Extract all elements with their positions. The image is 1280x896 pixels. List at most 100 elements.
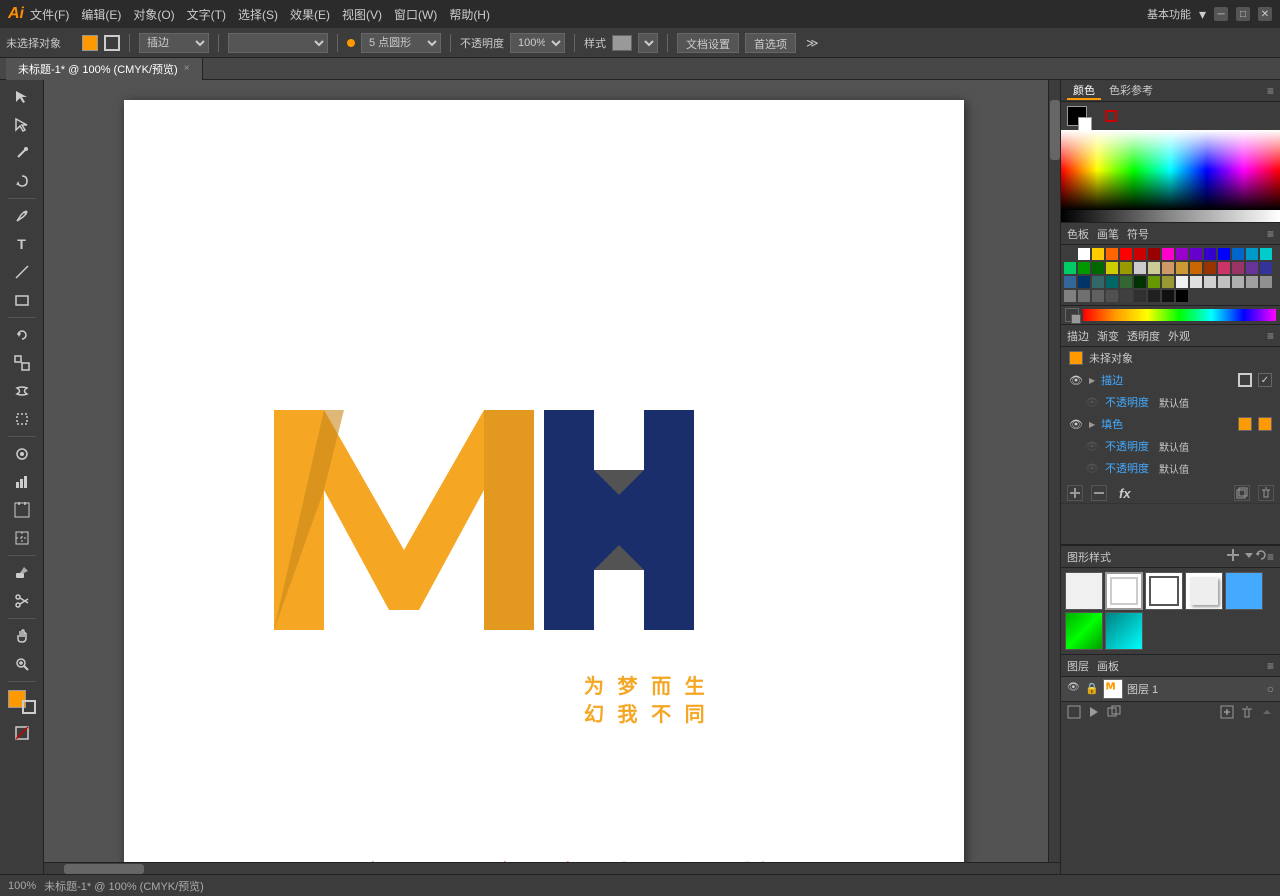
- menu-file[interactable]: 文件(F): [30, 6, 69, 23]
- palette-color-cell[interactable]: [1133, 275, 1147, 289]
- palette-color-cell[interactable]: [1077, 275, 1091, 289]
- free-transform-tool[interactable]: [6, 406, 38, 432]
- artboard-tab[interactable]: 画板: [1097, 658, 1119, 674]
- eye-icon1[interactable]: 👁: [1069, 374, 1083, 387]
- object-color-box[interactable]: [1069, 351, 1083, 365]
- rotate-tool[interactable]: [6, 322, 38, 348]
- layers-bottom-icon1[interactable]: [1067, 705, 1081, 722]
- palette-color-cell[interactable]: [1119, 275, 1133, 289]
- palette-color-cell[interactable]: [1077, 261, 1091, 275]
- preferences-button[interactable]: 首选项: [745, 33, 796, 53]
- doc-settings-button[interactable]: 文档设置: [677, 33, 739, 53]
- style-box[interactable]: [612, 35, 632, 51]
- opacity2-label[interactable]: 不透明度: [1105, 438, 1149, 454]
- palette-color-cell[interactable]: [1105, 289, 1119, 303]
- palette-color-cell[interactable]: [1217, 247, 1231, 261]
- eraser-tool[interactable]: [6, 560, 38, 586]
- eye-icon5[interactable]: 👁: [1085, 462, 1099, 475]
- eye-icon2[interactable]: 👁: [1085, 396, 1099, 409]
- menu-window[interactable]: 窗口(W): [394, 6, 437, 23]
- magic-wand-tool[interactable]: [6, 140, 38, 166]
- gs-item-border[interactable]: [1105, 572, 1143, 610]
- palette-color-cell[interactable]: [1119, 261, 1133, 275]
- symbol-sprayer-tool[interactable]: [6, 441, 38, 467]
- palette-color-cell[interactable]: [1259, 261, 1273, 275]
- layers-menu[interactable]: ≡: [1267, 659, 1274, 673]
- palette-color-cell[interactable]: [1259, 275, 1273, 289]
- zoom-tool[interactable]: [6, 651, 38, 677]
- palette-color-cell[interactable]: [1189, 275, 1203, 289]
- palette-color-cell[interactable]: [1063, 247, 1077, 261]
- delete-layer-icon[interactable]: [1240, 705, 1254, 722]
- gs-arrow[interactable]: [1243, 549, 1255, 564]
- close-button[interactable]: ✕: [1258, 7, 1272, 21]
- palette-color-cell[interactable]: [1189, 247, 1203, 261]
- palette-color-cell[interactable]: [1161, 289, 1175, 303]
- swatches-tab[interactable]: 色板: [1067, 226, 1089, 242]
- warp-tool[interactable]: [6, 378, 38, 404]
- fill-color-dot[interactable]: [82, 35, 98, 51]
- palette-color-cell[interactable]: [1231, 247, 1245, 261]
- palette-color-cell[interactable]: [1105, 261, 1119, 275]
- extra-options[interactable]: ≫: [806, 36, 819, 50]
- tab-close-button[interactable]: ×: [184, 63, 190, 74]
- menu-help[interactable]: 帮助(H): [449, 6, 490, 23]
- palette-color-cell[interactable]: [1119, 289, 1133, 303]
- type-tool[interactable]: T: [6, 231, 38, 257]
- stroke-color-box[interactable]: [1238, 373, 1252, 387]
- gradient-tab[interactable]: 渐变: [1097, 328, 1119, 344]
- minimize-button[interactable]: ─: [1214, 7, 1228, 21]
- palette-spectrum[interactable]: [1083, 309, 1276, 321]
- gray-gradient-bar[interactable]: [1061, 210, 1280, 222]
- menu-bar[interactable]: 文件(F) 编辑(E) 对象(O) 文字(T) 选择(S) 效果(E) 视图(V…: [30, 6, 490, 23]
- canvas-vscrollbar[interactable]: [1048, 80, 1060, 874]
- graph-tool[interactable]: [6, 469, 38, 495]
- stroke-tab[interactable]: 描边: [1067, 328, 1089, 344]
- slice-tool[interactable]: [6, 525, 38, 551]
- stroke-label[interactable]: 描边: [1101, 372, 1123, 388]
- hscrollbar-thumb[interactable]: [64, 864, 144, 874]
- foreground-color[interactable]: [1067, 106, 1087, 126]
- color-panel-menu[interactable]: ≡: [1267, 84, 1274, 98]
- palette-color-cell[interactable]: [1077, 289, 1091, 303]
- fill-checkbox[interactable]: [1258, 417, 1272, 431]
- palette-color-cell[interactable]: [1063, 275, 1077, 289]
- palette-color-cell[interactable]: [1175, 275, 1189, 289]
- opacity1-label[interactable]: 不透明度: [1105, 394, 1149, 410]
- palette-color-cell[interactable]: [1077, 247, 1091, 261]
- style-select[interactable]: [638, 33, 658, 53]
- layers-tab[interactable]: 图层: [1067, 658, 1089, 674]
- menu-type[interactable]: 文字(T): [187, 6, 226, 23]
- gs-item-shadow[interactable]: [1185, 572, 1223, 610]
- palette-color-cell[interactable]: [1231, 275, 1245, 289]
- scissors-tool[interactable]: [6, 588, 38, 614]
- color-swatches-grid[interactable]: [1061, 245, 1280, 305]
- palette-color-cell[interactable]: [1091, 275, 1105, 289]
- palette-color-cell[interactable]: [1175, 247, 1189, 261]
- artboard-tool[interactable]: [6, 497, 38, 523]
- selection-tool[interactable]: [6, 84, 38, 110]
- point-shape-select[interactable]: 5 点圆形: [361, 33, 441, 53]
- menu-effect[interactable]: 效果(E): [290, 6, 330, 23]
- palette-color-cell[interactable]: [1147, 247, 1161, 261]
- opacity3-label[interactable]: 不透明度: [1105, 460, 1149, 476]
- color-tab[interactable]: 颜色: [1067, 82, 1101, 100]
- line-tool[interactable]: [6, 259, 38, 285]
- opacity-select[interactable]: 100%: [510, 33, 565, 53]
- gs-add-icon[interactable]: [1227, 549, 1239, 564]
- appearance-menu[interactable]: ≡: [1267, 329, 1274, 343]
- palette-color-cell[interactable]: [1105, 275, 1119, 289]
- workspace-mode[interactable]: 基本功能: [1147, 6, 1191, 22]
- palette-color-cell[interactable]: [1175, 289, 1189, 303]
- gs-item-blue[interactable]: [1225, 572, 1263, 610]
- palette-color-cell[interactable]: [1259, 247, 1273, 261]
- palette-color-cell[interactable]: [1147, 289, 1161, 303]
- stroke-mode-select[interactable]: 插边: [139, 33, 209, 53]
- palette-menu[interactable]: ≡: [1267, 227, 1274, 241]
- appearance-tab[interactable]: 外观: [1168, 328, 1190, 344]
- palette-color-cell[interactable]: [1105, 247, 1119, 261]
- delete-appearance-icon[interactable]: [1258, 485, 1274, 501]
- palette-color-cell[interactable]: [1245, 275, 1259, 289]
- palette-color-cell[interactable]: [1161, 275, 1175, 289]
- menu-view[interactable]: 视图(V): [342, 6, 382, 23]
